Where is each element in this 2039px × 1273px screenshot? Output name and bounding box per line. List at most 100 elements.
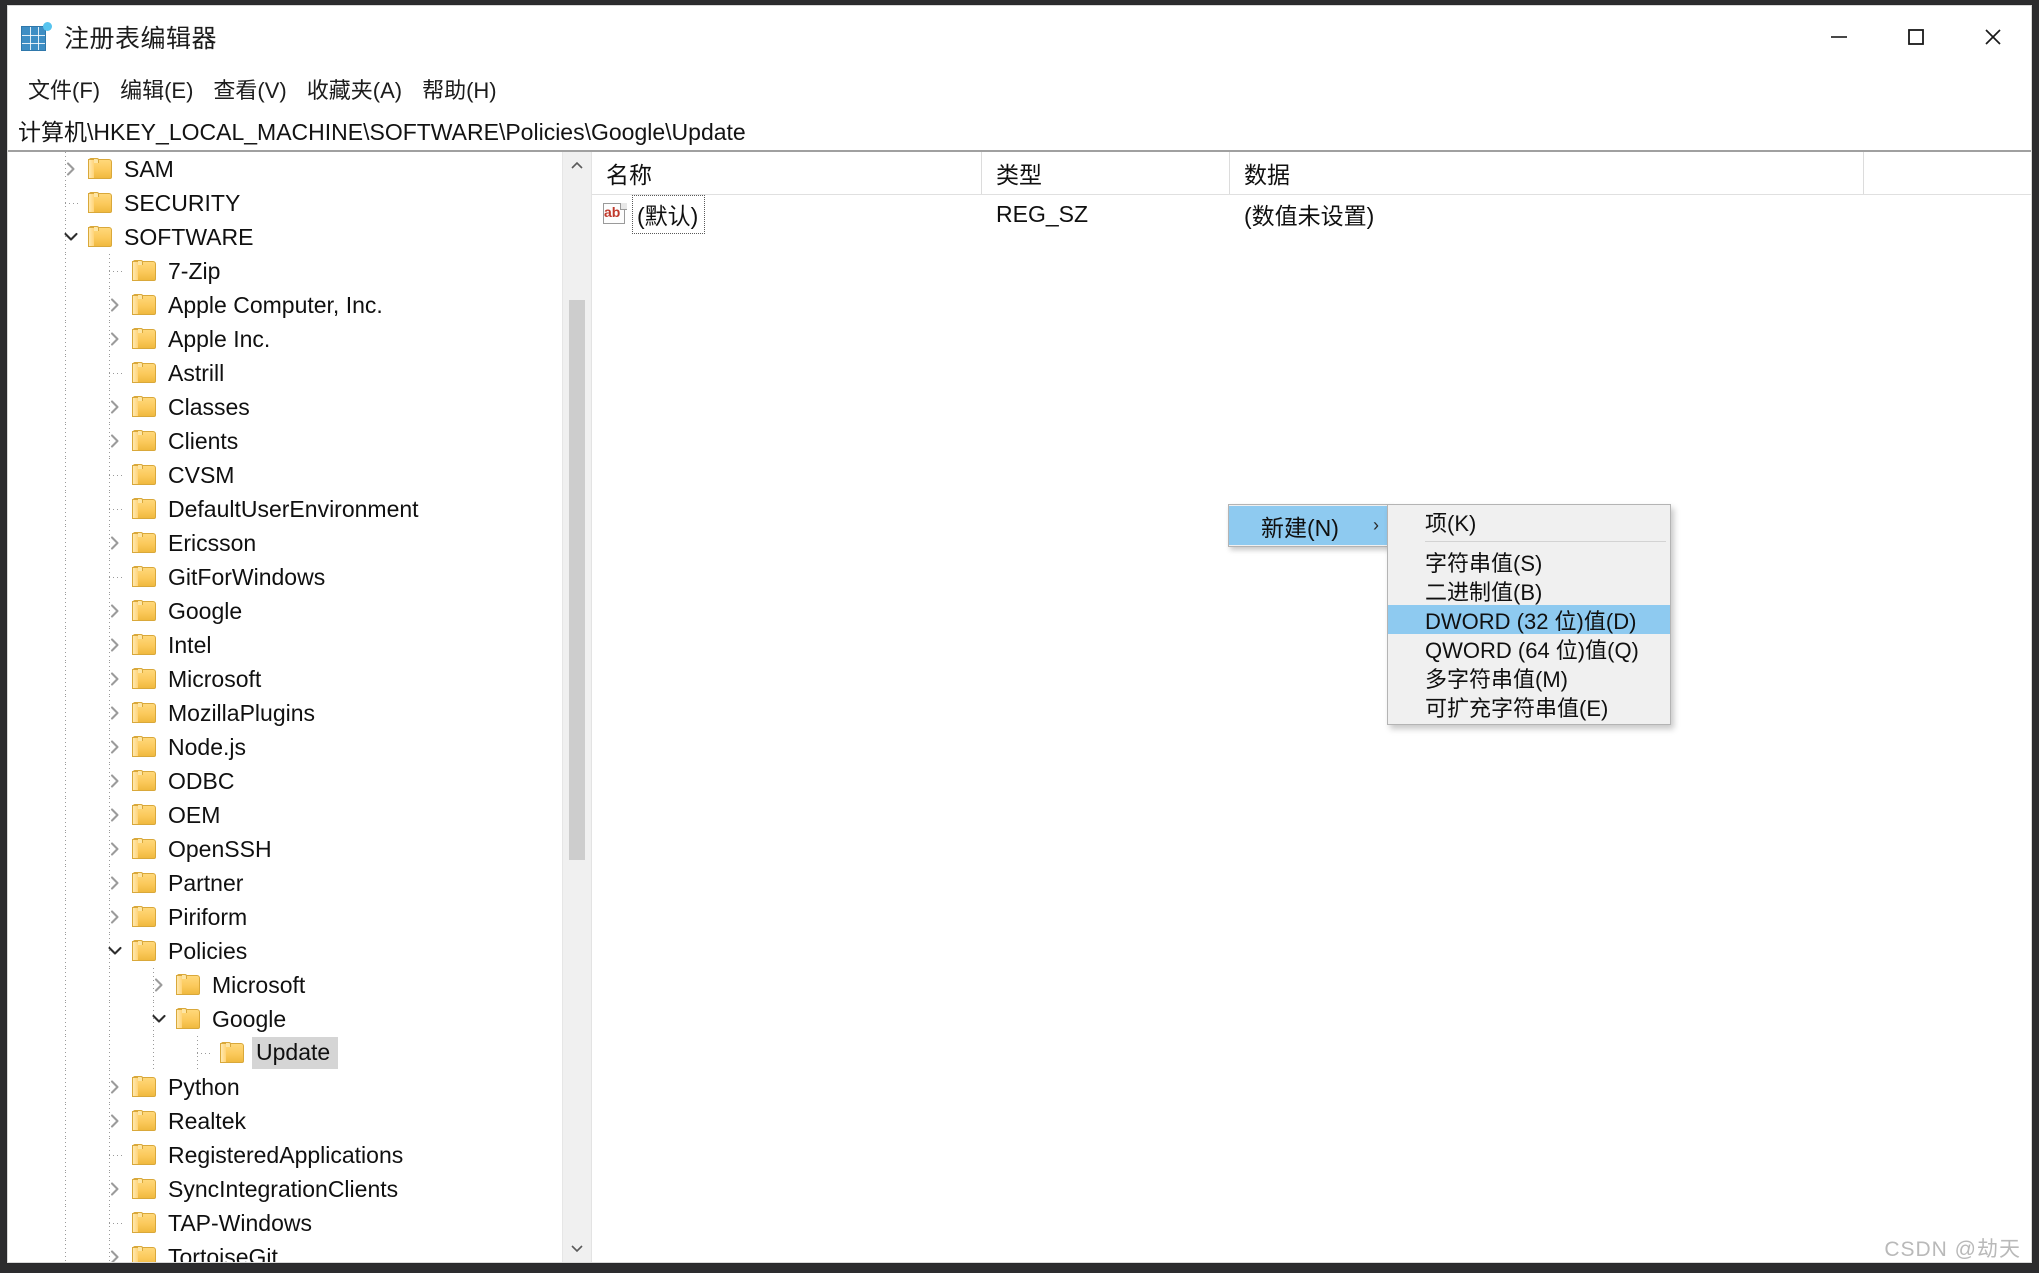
tree-scrollbar[interactable] [562,152,591,1262]
chevron-right-icon[interactable] [54,152,88,186]
tree-item-astrill[interactable]: Astrill [8,356,563,390]
menu-file[interactable]: 文件(F) [18,71,110,107]
tree-item-registeredapplications[interactable]: RegisteredApplications [8,1138,563,1172]
chevron-right-icon[interactable] [98,696,132,730]
chevron-down-icon[interactable] [142,1002,176,1036]
chevron-right-icon[interactable] [98,764,132,798]
folder-icon [132,1144,158,1166]
context-submenu-item-2[interactable]: 字符串值(S) [1388,547,1670,576]
chevron-right-icon[interactable] [142,968,176,1002]
chevron-right-icon[interactable] [98,900,132,934]
folder-icon [132,872,158,894]
tree-item-software[interactable]: SOFTWARE [8,220,563,254]
scroll-up-button[interactable] [563,152,591,180]
context-submenu-item-3[interactable]: 二进制值(B) [1388,576,1670,605]
tree-item-label: Update [252,1037,339,1069]
tree-item-policies[interactable]: Policies [8,934,563,968]
tree-item-tap-windows[interactable]: TAP-Windows [8,1206,563,1240]
chevron-right-icon[interactable] [98,628,132,662]
tree-item-piriform[interactable]: Piriform [8,900,563,934]
menu-help[interactable]: 帮助(H) [412,71,507,107]
tree-item-clients[interactable]: Clients [8,424,563,458]
chevron-right-icon[interactable] [98,322,132,356]
tree-leaf-connector [98,1138,132,1172]
tree-item-microsoft[interactable]: Microsoft [8,662,563,696]
context-submenu-item-7[interactable]: 可扩充字符串值(E) [1388,692,1670,721]
address-bar[interactable]: 计算机\HKEY_LOCAL_MACHINE\SOFTWARE\Policies… [8,110,2031,152]
tree-item-cvsm[interactable]: CVSM [8,458,563,492]
table-row[interactable]: ab (默认) REG_SZ (数值未设置) [592,194,2031,234]
tree-item-7-zip[interactable]: 7-Zip [8,254,563,288]
minimize-button[interactable] [1800,6,1877,68]
tree-item-apple-computer-inc[interactable]: Apple Computer, Inc. [8,288,563,322]
chevron-right-icon[interactable] [98,1070,132,1104]
tree-item-python[interactable]: Python [8,1070,563,1104]
tree-item-label: SAM [124,155,174,182]
tree-item-sam[interactable]: SAM [8,152,563,186]
context-submenu-item-6[interactable]: 多字符串值(M) [1388,663,1670,692]
column-header-type[interactable]: 类型 [982,152,1230,194]
tree-item-defaultuserenvironment[interactable]: DefaultUserEnvironment [8,492,563,526]
tree-item-security[interactable]: SECURITY [8,186,563,220]
chevron-right-icon[interactable] [98,798,132,832]
tree-item-label: SECURITY [124,189,241,216]
tree-item-label: Python [168,1073,240,1100]
tree-item-microsoft[interactable]: Microsoft [8,968,563,1002]
chevron-right-icon[interactable] [98,526,132,560]
scroll-down-button[interactable] [563,1234,591,1262]
chevron-right-icon[interactable] [98,662,132,696]
chevron-right-icon[interactable] [98,594,132,628]
chevron-right-icon[interactable] [98,832,132,866]
tree-item-label: CVSM [168,461,235,488]
tree-item-classes[interactable]: Classes [8,390,563,424]
close-button[interactable] [1954,6,2031,68]
tree-item-oem[interactable]: OEM [8,798,563,832]
context-menu-item-new[interactable]: 新建(N) › [1229,506,1389,545]
tree-item-syncintegrationclients[interactable]: SyncIntegrationClients [8,1172,563,1206]
chevron-right-icon[interactable] [98,390,132,424]
column-header-data[interactable]: 数据 [1230,152,1864,194]
context-submenu-item-1[interactable]: 项(K) [1388,507,1670,536]
chevron-right-icon[interactable] [98,1240,132,1262]
maximize-button[interactable] [1877,6,1954,68]
tree-item-label: ODBC [168,767,235,794]
tree-item-tortoisegit[interactable]: TortoiseGit [8,1240,563,1262]
menu-edit[interactable]: 编辑(E) [110,71,203,107]
chevron-right-icon[interactable] [98,288,132,322]
chevron-right-icon[interactable] [98,866,132,900]
tree-item-label: Piriform [168,903,248,930]
tree-item-google[interactable]: Google [8,1002,563,1036]
tree-item-odbc[interactable]: ODBC [8,764,563,798]
tree-item-apple-inc[interactable]: Apple Inc. [8,322,563,356]
tree-item-intel[interactable]: Intel [8,628,563,662]
tree-item-google[interactable]: Google [8,594,563,628]
context-submenu-item-5[interactable]: QWORD (64 位)值(Q) [1388,634,1670,663]
values-list: ab (默认) REG_SZ (数值未设置) [592,194,2031,234]
tree-item-node-js[interactable]: Node.js [8,730,563,764]
chevron-right-icon[interactable] [98,1172,132,1206]
chevron-right-icon[interactable] [98,1104,132,1138]
folder-icon [132,736,158,758]
column-header-name[interactable]: 名称 [592,152,982,194]
window-controls [1800,6,2031,68]
tree-item-gitforwindows[interactable]: GitForWindows [8,560,563,594]
chevron-down-icon[interactable] [54,220,88,254]
menu-view[interactable]: 查看(V) [203,71,296,107]
chevron-down-icon[interactable] [98,934,132,968]
folder-icon [132,770,158,792]
tree-item-mozillaplugins[interactable]: MozillaPlugins [8,696,563,730]
chevron-right-icon[interactable] [98,424,132,458]
tree-item-realtek[interactable]: Realtek [8,1104,563,1138]
context-submenu-item-label: QWORD (64 位)值(Q) [1425,637,1639,663]
tree-item-update[interactable]: Update [8,1036,563,1070]
tree-item-ericsson[interactable]: Ericsson [8,526,563,560]
tree-scrollbar-thumb[interactable] [569,300,585,860]
tree-item-partner[interactable]: Partner [8,866,563,900]
tree-item-openssh[interactable]: OpenSSH [8,832,563,866]
context-submenu-item-4[interactable]: DWORD (32 位)值(D) [1388,605,1670,634]
chevron-right-icon[interactable] [98,730,132,764]
menu-favorites[interactable]: 收藏夹(A) [297,71,412,107]
